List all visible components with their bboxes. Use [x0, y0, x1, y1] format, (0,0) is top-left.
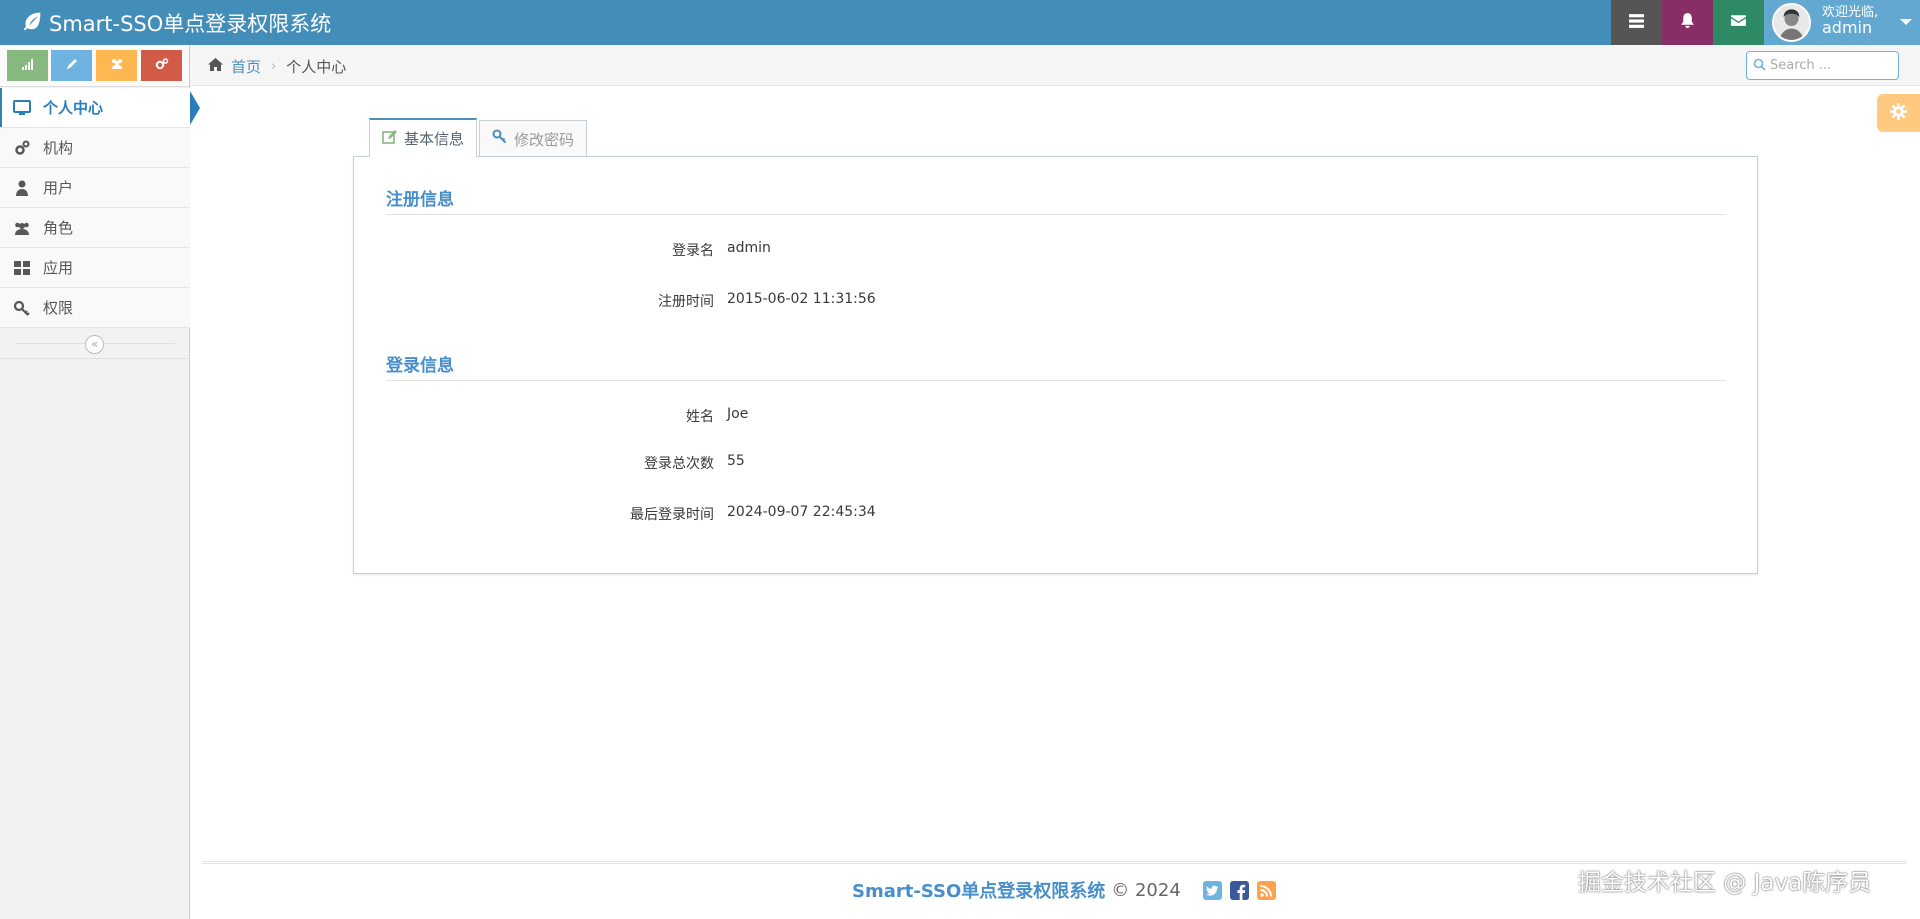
- sidebar-item-roles[interactable]: 角色: [0, 208, 190, 248]
- footer: Smart-SSO单点登录权限系统 © 2024: [852, 877, 1276, 903]
- tab-basic-info[interactable]: 基本信息: [369, 118, 478, 157]
- section-divider: [386, 380, 1726, 381]
- sidebar-item-profile[interactable]: 个人中心: [0, 88, 200, 128]
- footer-copyright: © 2024: [1111, 879, 1181, 901]
- pencil-icon: [65, 57, 79, 75]
- shortcut-button-pencil[interactable]: [51, 50, 92, 81]
- field-value-login-name: admin: [727, 240, 771, 256]
- field-value-register-time: 2015-06-02 11:31:56: [727, 291, 876, 307]
- profile-tabs: 基本信息 修改密码: [369, 118, 589, 157]
- sidebar-item-permissions[interactable]: 权限: [0, 288, 190, 328]
- breadcrumb: 首页 › 个人中心: [207, 56, 346, 77]
- caret-down-icon: [1900, 19, 1912, 25]
- breadcrumb-current: 个人中心: [286, 58, 347, 76]
- key-icon: [492, 129, 514, 149]
- field-value-login-count: 55: [727, 453, 745, 469]
- rss-icon[interactable]: [1256, 880, 1276, 900]
- breadcrumb-separator: ›: [271, 59, 277, 74]
- sidebar-item-users[interactable]: 用户: [0, 168, 190, 208]
- signal-icon: [21, 57, 35, 75]
- messages-button[interactable]: [1713, 0, 1764, 45]
- sidebar-item-organization[interactable]: 机构: [0, 128, 190, 168]
- field-label-login-name: 登录名: [672, 243, 714, 259]
- gears-icon: [12, 139, 32, 157]
- sidebar-menu: 个人中心 机构 用户 角色 应用 权限 «: [0, 88, 200, 359]
- bell-icon: [1679, 12, 1696, 33]
- user-icon: [12, 179, 32, 197]
- user-name: admin: [1822, 18, 1873, 37]
- tab-label: 基本信息: [404, 130, 465, 148]
- sidebar-item-label: 应用: [43, 259, 74, 277]
- twitter-icon[interactable]: [1202, 880, 1222, 900]
- home-icon: [207, 57, 231, 76]
- key-icon: [12, 299, 32, 317]
- field-label-name: 姓名: [686, 409, 714, 425]
- watermark: 掘金技术社区 @ Java陈序员: [1578, 870, 1872, 896]
- desktop-icon: [12, 99, 32, 117]
- cogs-icon: [155, 57, 169, 75]
- ace-settings-button[interactable]: [1877, 94, 1920, 132]
- brand[interactable]: Smart-SSO单点登录权限系统: [22, 8, 331, 38]
- search-input[interactable]: [1770, 58, 1895, 73]
- section-divider: [386, 214, 1726, 215]
- login-section-title: 登录信息: [386, 356, 454, 376]
- gear-icon: [1889, 102, 1908, 125]
- shortcut-button-cogs[interactable]: [141, 50, 182, 81]
- facebook-icon[interactable]: [1229, 880, 1249, 900]
- leaf-icon: [22, 10, 43, 36]
- envelope-icon: [1730, 12, 1747, 33]
- sidebar-item-label: 用户: [43, 179, 74, 197]
- breadcrumb-home-link[interactable]: 首页: [231, 56, 261, 77]
- avatar: [1772, 3, 1811, 42]
- tasks-icon: [1628, 12, 1645, 33]
- users-icon: [12, 219, 32, 237]
- sidebar-item-apps[interactable]: 应用: [0, 248, 190, 288]
- sidebar-collapse-button[interactable]: «: [85, 335, 104, 354]
- sidebar-item-label: 机构: [43, 139, 74, 157]
- tab-content-basic-info: 注册信息 登录名 admin 注册时间 2015-06-02 11:31:56 …: [353, 156, 1758, 574]
- notifications-button[interactable]: [1662, 0, 1713, 45]
- tab-label: 修改密码: [514, 130, 575, 149]
- navbar: Smart-SSO单点登录权限系统 欢迎光临, admin: [0, 0, 1920, 45]
- sidebar-item-label: 角色: [43, 219, 74, 237]
- registration-section-title: 注册信息: [386, 190, 454, 210]
- footer-brand: Smart-SSO单点登录权限系统: [852, 881, 1106, 902]
- app-title: Smart-SSO单点登录权限系统: [49, 12, 332, 36]
- sidebar-item-label: 个人中心: [43, 99, 104, 117]
- search-box: [1746, 51, 1899, 80]
- sidebar-item-label: 权限: [43, 299, 74, 317]
- tasks-button[interactable]: [1611, 0, 1662, 45]
- user-menu[interactable]: 欢迎光临, admin: [1764, 0, 1920, 45]
- sidebar: 个人中心 机构 用户 角色 应用 权限 «: [0, 45, 200, 919]
- sidebar-shortcuts: [0, 45, 189, 87]
- edit-icon: [382, 129, 404, 149]
- field-value-last-login: 2024-09-07 22:45:34: [727, 504, 876, 520]
- grid-icon: [12, 259, 32, 277]
- shortcut-button-group[interactable]: [96, 50, 137, 81]
- shortcut-button-signal[interactable]: [7, 50, 48, 81]
- field-label-login-count: 登录总次数: [644, 456, 714, 472]
- sidebar-collapse-bar: «: [0, 328, 190, 359]
- tab-change-password[interactable]: 修改密码: [479, 120, 588, 157]
- field-label-last-login: 最后登录时间: [630, 507, 714, 523]
- group-icon: [110, 57, 124, 75]
- search-icon: [1753, 57, 1770, 75]
- field-label-register-time: 注册时间: [658, 294, 714, 310]
- field-value-name: Joe: [727, 406, 749, 422]
- breadcrumb-bar: 首页 › 个人中心: [190, 45, 1920, 86]
